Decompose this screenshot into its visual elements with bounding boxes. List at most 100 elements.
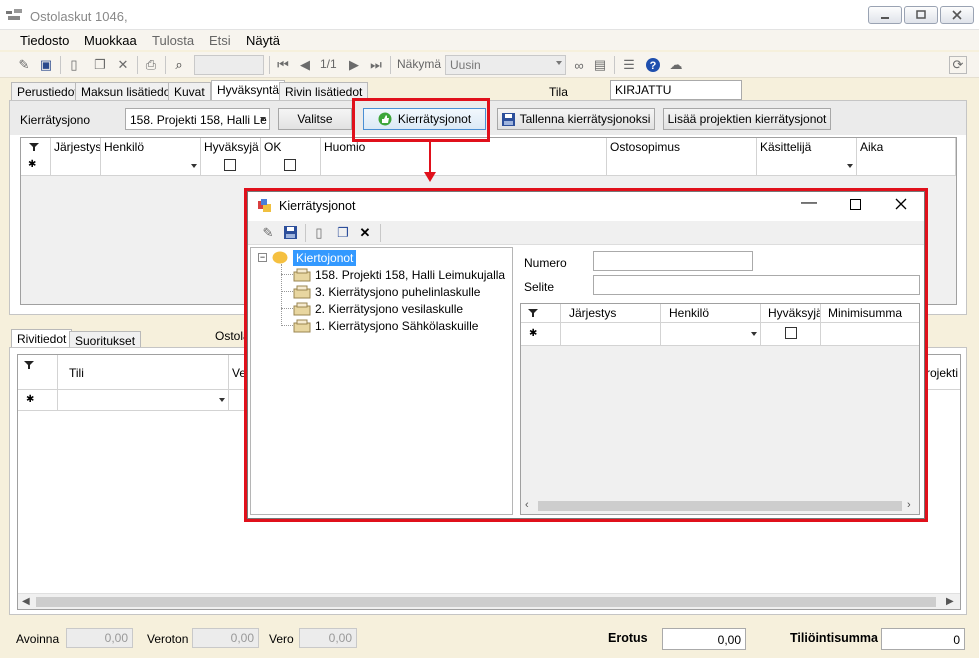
column-header[interactable]: Hyväksyjä [761,304,821,322]
column-header[interactable]: OK [261,138,321,156]
ok-checkbox[interactable] [284,159,296,171]
save-icon[interactable]: ▣ [38,57,54,73]
column-header[interactable]: Hyväksyjä [201,138,261,156]
scroll-left-icon[interactable]: ◀ [22,596,30,607]
column-header[interactable]: Käsittelijä [757,138,857,156]
number-input[interactable] [593,251,753,271]
dialog-close-icon[interactable] [895,198,907,210]
column-header[interactable]: rojekti [923,355,960,389]
scrollbar-thumb[interactable] [538,501,902,511]
column-header[interactable]: Minimisumma [821,304,919,322]
note-cell[interactable] [321,156,607,176]
contract-cell[interactable] [607,156,757,176]
link-icon[interactable]: ∞ [571,57,587,73]
dialog-app-icon [258,199,271,212]
tab-kuvat[interactable]: Kuvat [168,82,211,100]
description-input[interactable] [593,275,920,295]
maximize-button[interactable] [904,6,938,24]
delete-icon[interactable]: ✕ [357,225,373,241]
filter-icon [29,143,39,151]
tree-item[interactable]: 158. Projekti 158, Halli Leimukujalla [251,267,511,283]
column-header[interactable]: Ostosopimus [607,138,757,156]
scroll-right-icon[interactable]: › [907,499,911,511]
tab-rivitiedot[interactable]: Rivitiedot [11,329,73,348]
tab-hyvaksynta[interactable]: Hyväksyntä [211,80,286,101]
tree-root[interactable]: Kiertojonot [293,250,357,266]
handler-cell[interactable] [757,156,857,176]
menu-nayta[interactable]: Näytä [246,33,280,48]
column-header[interactable]: Aika [857,138,956,156]
column-header[interactable]: Henkilö [101,138,201,156]
order-cell[interactable] [561,323,661,346]
help-icon[interactable]: ? [645,57,661,73]
person-cell[interactable] [101,156,201,176]
open-label: Avoinna [16,632,60,646]
dialog-maximize-icon[interactable] [850,199,861,210]
scrollbar-thumb[interactable] [36,597,936,607]
document-lock-icon[interactable]: ▤ [592,57,608,73]
refresh-icon[interactable]: ⟳ [949,56,967,74]
tab-suoritukset[interactable]: Suoritukset [69,331,142,348]
horizontal-scrollbar[interactable]: ‹ › [521,498,919,514]
tree-item[interactable]: 2. Kierrätysjono vesilaskulle [251,301,511,317]
queue-select[interactable]: 158. Projekti 158, Halli Le [125,108,270,130]
save-queue-button[interactable]: Tallenna kierrätysjonoksi [497,108,655,130]
filter-header[interactable] [521,304,561,322]
select-button[interactable]: Valitse [278,108,352,130]
menu-tiedosto[interactable]: Tiedosto [20,33,69,48]
new-icon[interactable]: ▯ [66,57,82,73]
column-header[interactable]: Järjestys [561,304,661,322]
approver-checkbox[interactable] [224,159,236,171]
chevron-down-icon [219,398,225,402]
save-icon[interactable] [284,226,297,239]
column-header[interactable]: Järjestys [51,138,101,156]
tree-item[interactable]: 3. Kierrätysjono puhelinlaskulle [251,284,511,300]
account-cell[interactable] [58,390,229,411]
delete-icon[interactable]: ✕ [115,57,131,73]
difference-label: Erotus [608,631,648,645]
copy-icon[interactable]: ❐ [92,57,108,73]
dialog-minimize-button[interactable]: — [801,194,817,212]
order-cell[interactable] [51,156,101,176]
tree-item[interactable]: 1. Kierrätysjono Sähkölaskuille [251,318,511,334]
ok-cell[interactable] [261,156,321,176]
first-page-icon[interactable]: ⏮ [275,57,291,73]
scroll-left-icon[interactable]: ‹ [525,499,529,511]
last-page-icon[interactable]: ⏭ [368,57,384,73]
cloud-icon[interactable]: ☁ [668,57,684,73]
copy-icon[interactable]: ❐ [335,225,351,241]
horizontal-scrollbar[interactable]: ◀ ▶ [18,593,960,609]
person-cell[interactable] [661,323,761,346]
time-cell[interactable] [857,156,956,176]
next-page-icon[interactable]: ▶ [346,57,362,73]
search-input[interactable] [194,55,264,75]
dialog-grid: Järjestys Henkilö Hyväksyjä Minimisumma … [520,303,920,515]
scroll-right-icon[interactable]: ▶ [946,596,954,607]
previous-page-icon[interactable]: ◀ [297,57,313,73]
close-button[interactable] [940,6,974,24]
tax-label: Vero [269,632,294,646]
list-icon[interactable]: ☰ [621,57,637,73]
view-select[interactable]: Uusin [445,55,566,75]
new-icon[interactable]: ▯ [311,225,327,241]
column-header[interactable]: Tili [58,355,229,389]
print-icon[interactable]: ⎙ [143,57,159,73]
edit-icon[interactable]: ✎ [16,57,32,73]
filter-header[interactable] [21,138,51,156]
edit-icon[interactable]: ✎ [260,225,276,241]
tab-maksun-lisatiedot[interactable]: Maksun lisätiedot [75,82,180,100]
binoculars-icon[interactable]: ⌕ [171,57,187,73]
minimize-button[interactable] [868,6,902,24]
menu-muokkaa[interactable]: Muokkaa [84,33,137,48]
filter-header[interactable] [18,355,58,389]
menu-etsi[interactable]: Etsi [209,33,231,48]
add-project-queues-button[interactable]: Lisää projektien kierrätysjonot [663,108,831,130]
minimum-sum-cell[interactable] [821,323,919,346]
tab-perustiedot[interactable]: Perustiedot [11,82,84,100]
approver-cell[interactable] [201,156,261,176]
column-header[interactable]: Henkilö [661,304,761,322]
approver-checkbox[interactable] [785,327,797,339]
collapse-icon[interactable]: − [258,253,267,262]
approver-cell[interactable] [761,323,821,346]
menu-tulosta[interactable]: Tulosta [152,33,194,48]
